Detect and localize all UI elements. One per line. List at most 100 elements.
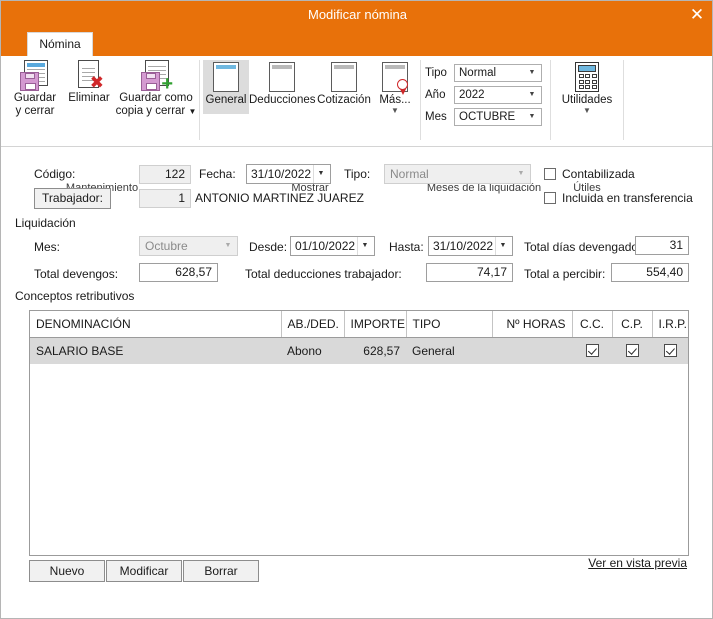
show-general-label: General bbox=[205, 94, 247, 106]
ribbon-mes-value: OCTUBRE bbox=[459, 111, 516, 123]
ribbon-anio-label: Año bbox=[425, 89, 446, 101]
ribbon-tabstrip: Nómina bbox=[1, 29, 712, 56]
chevron-down-icon-tipo[interactable]: ▼ bbox=[526, 65, 538, 81]
col-irpf[interactable]: I.R.P.F. bbox=[652, 311, 688, 338]
utilidades-button[interactable]: Utilidades ▼ bbox=[555, 62, 619, 115]
deducciones-doc-icon bbox=[269, 62, 295, 92]
delete-icon: ✖ bbox=[75, 60, 104, 92]
tipo-value: Normal bbox=[390, 167, 429, 181]
general-doc-icon bbox=[213, 62, 239, 92]
fecha-input[interactable]: 31/10/2022 ▼ bbox=[246, 164, 331, 184]
table-header-row: DENOMINACIÓN AB./DED. IMPORTE TIPO Nº HO… bbox=[30, 311, 688, 338]
table-row[interactable]: SALARIO BASE Abono 628,57 General bbox=[30, 337, 688, 364]
mes-value: Octubre bbox=[145, 239, 188, 253]
ribbon-mes-select[interactable]: OCTUBRE ▼ bbox=[454, 108, 542, 126]
fecha-label: Fecha: bbox=[199, 167, 236, 181]
save-as-copy-and-close-button[interactable]: + Guardar como copia y cerrar ▼ bbox=[115, 60, 197, 118]
contabilizada-checkbox[interactable]: Contabilizada bbox=[544, 167, 635, 181]
save-icon bbox=[20, 60, 50, 92]
conceptos-section-label: Conceptos retributivos bbox=[15, 289, 135, 303]
total-percibir-value[interactable]: 554,40 bbox=[611, 263, 689, 282]
ribbon-tipo-select[interactable]: Normal ▼ bbox=[454, 64, 542, 82]
ribbon-anio-select[interactable]: 2022 ▼ bbox=[454, 86, 542, 104]
ver-vista-previa-link[interactable]: Ver en vista previa bbox=[588, 556, 687, 570]
cell-abded: Abono bbox=[281, 337, 344, 364]
ribbon-tipo-value: Normal bbox=[459, 67, 497, 79]
ribbon: Guardar y cerrar ✖ Eliminar + Guardar co… bbox=[1, 56, 712, 194]
chevron-down-icon-hasta[interactable]: ▼ bbox=[495, 237, 510, 255]
mas-doc-icon bbox=[382, 62, 408, 95]
chevron-down-icon[interactable]: ▼ bbox=[188, 107, 196, 116]
tipo-label: Tipo: bbox=[344, 167, 371, 181]
ribbon-mes-label: Mes bbox=[425, 111, 447, 123]
codigo-value: 122 bbox=[139, 165, 191, 184]
window-title: Modificar nómina bbox=[308, 7, 407, 22]
col-importe[interactable]: IMPORTE bbox=[344, 311, 407, 338]
title-bar: Modificar nómina ✕ bbox=[1, 1, 712, 29]
total-dias-value[interactable]: 31 bbox=[635, 236, 689, 255]
save-and-close-button[interactable]: Guardar y cerrar bbox=[7, 60, 63, 118]
save-as-copy-label-2-text: copia y cerrar bbox=[115, 105, 186, 117]
ribbon-tipo-label: Tipo bbox=[425, 67, 447, 79]
trabajador-code: 1 bbox=[139, 189, 191, 208]
cell-cc bbox=[572, 337, 612, 364]
mes-label: Mes: bbox=[34, 240, 61, 254]
checkbox-box bbox=[544, 168, 556, 180]
chevron-down-icon-desde[interactable]: ▼ bbox=[357, 237, 372, 255]
trabajador-name: ANTONIO MARTINEZ JUAREZ bbox=[195, 191, 364, 205]
chevron-down-icon-fecha[interactable]: ▼ bbox=[313, 165, 328, 183]
chevron-down-icon-anio[interactable]: ▼ bbox=[526, 87, 538, 103]
tipo-select: Normal ▼ bbox=[384, 164, 531, 184]
checkbox-checked-icon bbox=[625, 344, 639, 357]
contabilizada-label: Contabilizada bbox=[562, 167, 635, 181]
save-as-copy-label-1: Guardar como bbox=[119, 92, 193, 104]
show-general-button[interactable]: General bbox=[203, 60, 249, 114]
incluida-transferencia-checkbox[interactable]: Incluida en transferencia bbox=[544, 191, 693, 205]
close-icon[interactable]: ✕ bbox=[684, 3, 710, 27]
show-deducciones-label: Deducciones bbox=[249, 94, 316, 106]
show-deducciones-button[interactable]: Deducciones bbox=[249, 60, 315, 114]
col-denominacion[interactable]: DENOMINACIÓN bbox=[30, 311, 282, 338]
tab-nomina[interactable]: Nómina bbox=[27, 32, 93, 56]
delete-button[interactable]: ✖ Eliminar bbox=[63, 60, 115, 105]
ribbon-separator-4 bbox=[623, 60, 624, 140]
desde-label: Desde: bbox=[249, 240, 288, 254]
save-and-close-label-1: Guardar bbox=[13, 92, 57, 104]
codigo-label: Código: bbox=[34, 167, 76, 181]
hasta-value: 31/10/2022 bbox=[433, 239, 494, 253]
chevron-down-icon-utilidades[interactable]: ▼ bbox=[555, 107, 619, 115]
col-tipo[interactable]: TIPO bbox=[406, 311, 493, 338]
modificar-button[interactable]: Modificar bbox=[106, 560, 182, 582]
cell-irpf bbox=[652, 337, 688, 364]
seal-icon bbox=[397, 79, 408, 95]
cell-denominacion: SALARIO BASE bbox=[30, 337, 281, 364]
liquidacion-section-label: Liquidación bbox=[15, 216, 76, 230]
col-cc[interactable]: C.C. bbox=[572, 311, 613, 338]
checkbox-checked-icon bbox=[663, 344, 677, 357]
total-deducciones-label: Total deducciones trabajador: bbox=[245, 267, 402, 281]
trabajador-button[interactable]: Trabajador: bbox=[34, 188, 111, 209]
cotizacion-doc-icon bbox=[331, 62, 357, 92]
chevron-down-icon-tipo-form: ▼ bbox=[517, 170, 525, 177]
save-copy-icon: + bbox=[141, 60, 173, 94]
checkbox-checked-icon bbox=[585, 344, 599, 357]
nuevo-button[interactable]: Nuevo bbox=[29, 560, 105, 582]
show-mas-button[interactable]: Más... ▼ bbox=[373, 60, 417, 115]
chevron-down-icon-mes[interactable]: ▼ bbox=[526, 109, 538, 125]
calculator-icon bbox=[575, 62, 599, 92]
delete-label: Eliminar bbox=[68, 92, 110, 104]
desde-input[interactable]: 01/10/2022 ▼ bbox=[290, 236, 375, 256]
chevron-down-icon-mas[interactable]: ▼ bbox=[373, 107, 417, 115]
chevron-down-icon-mes-form: ▼ bbox=[224, 242, 232, 249]
modificar-nomina-window: Modificar nómina ✕ Nómina Guardar y cerr… bbox=[0, 0, 713, 619]
show-cotizacion-button[interactable]: Cotización bbox=[315, 60, 373, 114]
total-devengos-value[interactable]: 628,57 bbox=[139, 263, 218, 282]
col-cp[interactable]: C.P. bbox=[612, 311, 653, 338]
show-cotizacion-label: Cotización bbox=[317, 94, 371, 106]
col-horas[interactable]: Nº HORAS bbox=[492, 311, 573, 338]
total-devengos-label: Total devengos: bbox=[34, 267, 119, 281]
borrar-button[interactable]: Borrar bbox=[183, 560, 259, 582]
total-deducciones-value[interactable]: 74,17 bbox=[426, 263, 513, 282]
col-abded[interactable]: AB./DED. bbox=[281, 311, 345, 338]
hasta-input[interactable]: 31/10/2022 ▼ bbox=[428, 236, 513, 256]
